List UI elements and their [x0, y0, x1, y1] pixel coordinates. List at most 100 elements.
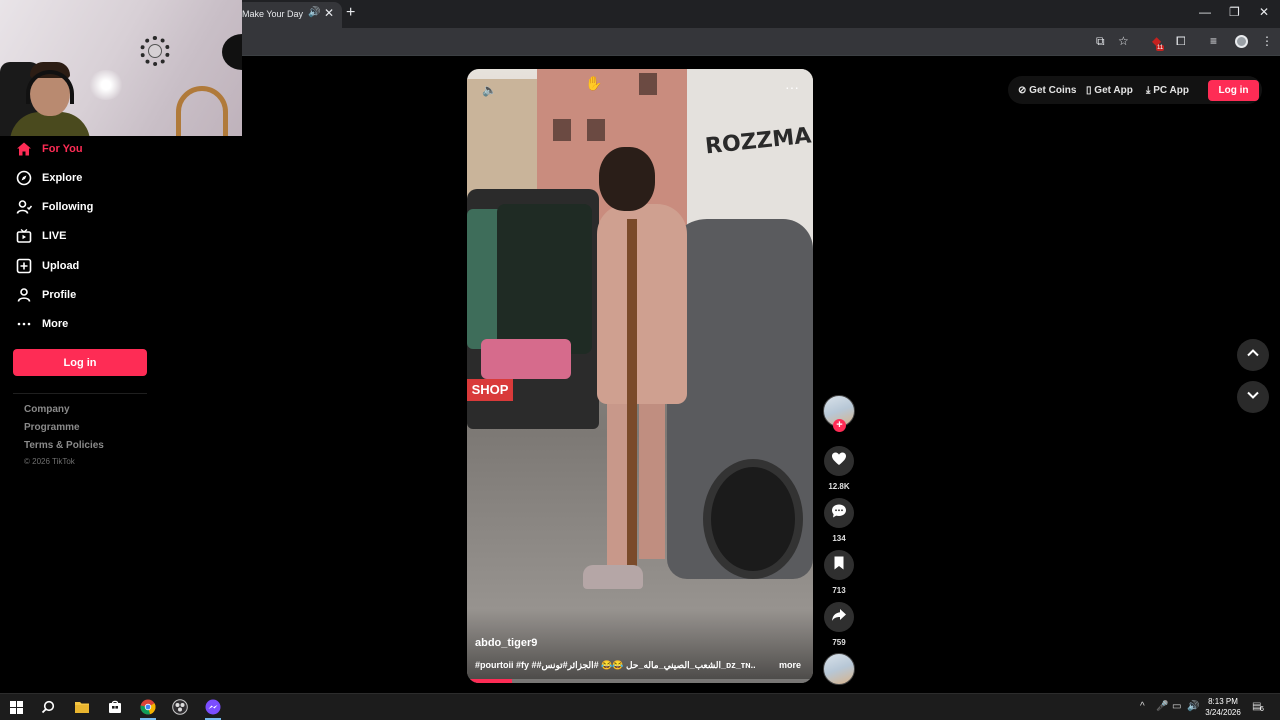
video-pink-bags [481, 339, 571, 379]
phone-icon: ▯ [1086, 85, 1092, 96]
mute-icon[interactable]: 🔈 [482, 83, 497, 97]
live-icon [16, 228, 32, 244]
file-explorer-icon[interactable] [72, 697, 92, 717]
microphone-icon[interactable]: 🎤 [1156, 701, 1168, 712]
share-button[interactable] [824, 602, 854, 632]
webcam-overlay [0, 0, 242, 136]
webcam-arched-frame [176, 86, 228, 136]
get-app-label: Get App [1094, 85, 1133, 96]
new-tab-button[interactable]: + [346, 4, 355, 22]
windows-start-icon[interactable] [6, 697, 26, 717]
media-controls-icon[interactable]: ≡ [1210, 34, 1217, 48]
video-window [587, 119, 605, 141]
sidebar-item-label: Explore [42, 172, 83, 184]
video-window [639, 73, 657, 95]
tab-title: Make Your Day [242, 9, 304, 19]
download-icon: ⤓ [1146, 85, 1151, 96]
chevron-up-icon [1246, 346, 1260, 365]
sidebar-divider [13, 393, 147, 394]
video-options-icon[interactable]: ··· [785, 79, 799, 95]
sidebar-login-button[interactable]: Log in [13, 349, 147, 376]
profile-icon [16, 287, 32, 303]
notification-count: 6 [1260, 706, 1264, 713]
taskbar-clock[interactable]: 8:13 PM 3/24/2026 [1198, 696, 1248, 718]
restore-icon[interactable]: ❐ [1229, 5, 1240, 19]
copyright-text: © 2026 TikTok [24, 457, 75, 466]
clock-date: 3/24/2026 [1205, 708, 1241, 717]
video-kid-stripe [627, 219, 637, 579]
following-icon [16, 199, 32, 215]
extension-badge: 11 [1156, 45, 1165, 51]
webcam-mirror-center [148, 44, 162, 58]
window-close-icon[interactable]: ✕ [1259, 5, 1269, 19]
get-coins-link[interactable]: ⊘ Get Coins [1018, 85, 1076, 96]
previous-video-button[interactable] [1237, 339, 1269, 371]
share-icon [831, 607, 847, 628]
bookmark-star-icon[interactable]: ☆ [1118, 34, 1129, 48]
sidebar-item-label: More [42, 318, 69, 330]
webcam-lamp [88, 70, 124, 100]
video-progress-fill [467, 679, 512, 683]
video-kid-body [597, 204, 687, 404]
sidebar-item-label: Profile [42, 289, 77, 301]
save-button[interactable] [824, 550, 854, 580]
sidebar-item-explore[interactable]: Explore [16, 168, 82, 188]
sidebar-item-profile[interactable]: Profile [16, 285, 76, 305]
video-progress-track[interactable] [467, 679, 813, 683]
sound-disc-avatar[interactable] [823, 653, 855, 685]
video-shop-sign: SHOP [467, 379, 513, 401]
clock-time: 8:13 PM [1208, 697, 1238, 706]
footer-link-company[interactable]: Company [24, 404, 70, 415]
sidebar-item-label: Upload [42, 260, 80, 272]
video-kid-head [599, 147, 655, 211]
speaker-icon[interactable]: 🔊 [308, 7, 320, 18]
extensions-puzzle-icon[interactable]: ⧠ [1176, 34, 1186, 49]
webcam-dark-object [222, 34, 242, 70]
caption-more-link[interactable]: more [779, 660, 801, 670]
tab-close-icon[interactable]: ✕ [324, 6, 334, 20]
heart-icon [831, 451, 847, 472]
video-motorcycle-wheel [703, 459, 803, 579]
like-button[interactable] [824, 446, 854, 476]
minimize-icon[interactable]: — [1199, 5, 1211, 19]
video-jacket-dark [497, 204, 592, 354]
browser-tab[interactable]: Make Your Day 🔊 ✕ [236, 2, 342, 28]
comment-count: 134 [832, 534, 846, 543]
get-app-link[interactable]: ▯ Get App [1086, 85, 1133, 96]
footer-link-terms[interactable]: Terms & Policies [24, 440, 104, 451]
video-kid-shoe [583, 565, 643, 589]
sidebar-item-more[interactable]: More [16, 314, 68, 334]
footer-link-programme[interactable]: Programme [24, 422, 80, 433]
browser-profile-avatar[interactable] [1235, 35, 1248, 48]
sidebar-item-label: LIVE [42, 230, 67, 242]
sidebar-item-label: Following [42, 201, 94, 213]
sidebar-item-live[interactable]: LIVE [16, 226, 66, 246]
sidebar-item-for-you[interactable]: For You [16, 139, 83, 159]
like-count: 12.8K [828, 482, 850, 491]
video-player[interactable]: ROZZMA SHOP 🔈 ✋ ··· abdo_tiger9 #pourtoi… [467, 69, 813, 683]
tray-overflow-icon[interactable]: ^ [1140, 701, 1145, 712]
follow-plus-icon[interactable]: + [833, 419, 846, 432]
network-icon[interactable]: ▭ [1172, 701, 1181, 712]
obs-icon[interactable] [170, 697, 190, 717]
next-video-button[interactable] [1237, 381, 1269, 413]
windows-taskbar: ^ 🎤 ▭ 🔊 8:13 PM 3/24/2026 ▤ [0, 693, 1280, 720]
search-icon[interactable] [38, 697, 58, 717]
upload-icon [16, 258, 32, 274]
video-author[interactable]: abdo_tiger9 [475, 637, 537, 649]
compass-icon [16, 170, 32, 186]
messenger-icon[interactable] [203, 697, 223, 717]
pc-app-link[interactable]: ⤓ PC App [1146, 85, 1189, 96]
more-icon [16, 316, 32, 332]
install-app-icon[interactable]: ⧉ [1096, 34, 1105, 49]
pc-app-label: PC App [1153, 85, 1189, 96]
store-icon[interactable] [105, 697, 125, 717]
sidebar-item-following[interactable]: Following [16, 197, 93, 217]
sidebar-item-upload[interactable]: Upload [16, 256, 79, 276]
chrome-icon[interactable] [138, 697, 158, 717]
coin-icon: ⊘ [1018, 85, 1027, 96]
comment-button[interactable] [824, 498, 854, 528]
browser-menu-icon[interactable]: ⋮ [1261, 34, 1273, 48]
save-count: 713 [832, 586, 846, 595]
header-login-button[interactable]: Log in [1208, 80, 1259, 101]
